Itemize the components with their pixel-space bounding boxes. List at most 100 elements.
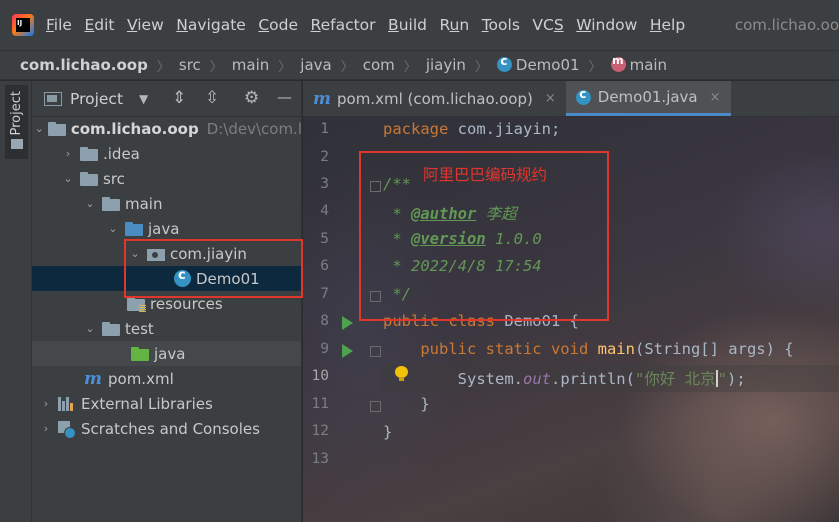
code-line-6: * 2022/4/8 17:54 bbox=[383, 257, 542, 275]
source-folder-icon bbox=[125, 221, 143, 236]
chevron-down-icon[interactable]: ⌄ bbox=[105, 222, 121, 235]
menu-window[interactable]: Window bbox=[576, 16, 637, 34]
gear-icon[interactable]: ⚙ bbox=[244, 88, 259, 108]
resources-folder-icon bbox=[127, 296, 146, 312]
chevron-right-icon[interactable]: › bbox=[38, 422, 54, 435]
menu-vcs[interactable]: VCS bbox=[532, 16, 563, 34]
chevron-down-icon[interactable]: ⌄ bbox=[127, 247, 143, 260]
code-line-9: public static void main(String[] args) { bbox=[383, 340, 794, 358]
menu-tools[interactable]: Tools bbox=[482, 16, 520, 34]
line-number: 5 bbox=[320, 231, 329, 247]
project-panel-title[interactable]: Project bbox=[70, 90, 123, 108]
collapse-all-icon[interactable]: ⇳ bbox=[205, 88, 219, 108]
folder-icon bbox=[102, 321, 120, 336]
tab-pom-xml[interactable]: m pom.xml (com.lichao.oop) × bbox=[303, 81, 566, 116]
breadcrumb-separator-icon: 〉 bbox=[474, 59, 488, 75]
lightbulb-icon[interactable] bbox=[395, 366, 408, 382]
breadcrumb-main[interactable]: main bbox=[232, 56, 269, 74]
folder-icon bbox=[10, 139, 23, 150]
breadcrumb-project[interactable]: com.lichao.oop bbox=[20, 56, 148, 74]
tree-item-test[interactable]: ⌄ test bbox=[32, 316, 301, 341]
intellij-logo-icon[interactable]: IJ bbox=[12, 14, 34, 36]
menu-build[interactable]: Build bbox=[388, 16, 427, 34]
chevron-down-icon[interactable]: ⌄ bbox=[82, 197, 98, 210]
breadcrumb-separator-icon: 〉 bbox=[156, 59, 170, 75]
line-number: 10 bbox=[311, 368, 329, 384]
window-title: com.lichao.oo bbox=[734, 16, 839, 34]
tree-item-src[interactable]: ⌄ src bbox=[32, 166, 301, 191]
menu-edit[interactable]: Edit bbox=[84, 16, 114, 34]
run-class-icon[interactable] bbox=[342, 316, 353, 330]
line-number: 2 bbox=[320, 149, 329, 165]
chevron-down-icon[interactable]: ⌄ bbox=[82, 322, 98, 335]
class-icon bbox=[174, 268, 191, 287]
line-number: 8 bbox=[320, 313, 329, 329]
breadcrumb-method-main[interactable]: main bbox=[610, 54, 667, 74]
breadcrumb-src[interactable]: src bbox=[179, 56, 201, 74]
breadcrumb-demo01[interactable]: Demo01 bbox=[496, 54, 580, 74]
menu-refactor[interactable]: Refactor bbox=[311, 16, 376, 34]
maven-icon: m bbox=[84, 368, 102, 389]
code-line-12: } bbox=[383, 423, 393, 441]
breadcrumb-separator-icon: 〉 bbox=[209, 59, 223, 75]
tree-item-scratches[interactable]: › Scratches and Consoles bbox=[32, 416, 301, 441]
tree-item-resources[interactable]: resources bbox=[32, 291, 301, 316]
method-icon bbox=[610, 54, 626, 72]
breadcrumb-separator-icon: 〉 bbox=[278, 59, 292, 75]
project-stripe-label: Project bbox=[9, 91, 24, 136]
close-icon[interactable]: × bbox=[710, 90, 721, 105]
tab-demo01-java[interactable]: Demo01.java × bbox=[565, 81, 731, 116]
tree-item-project-root[interactable]: ⌄ com.lichao.oop D:\dev\com.l bbox=[32, 116, 301, 141]
code-editor[interactable]: m pom.xml (com.lichao.oop) × Demo01.java… bbox=[303, 81, 839, 522]
folder-icon bbox=[80, 171, 98, 186]
editor-tab-bar: m pom.xml (com.lichao.oop) × Demo01.java… bbox=[303, 81, 839, 117]
tree-item-java-main[interactable]: ⌄ java bbox=[32, 216, 301, 241]
tree-item-pom[interactable]: m pom.xml bbox=[32, 366, 301, 391]
tree-item-main[interactable]: ⌄ main bbox=[32, 191, 301, 216]
breadcrumb-separator-icon: 〉 bbox=[403, 59, 417, 75]
fold-icon[interactable] bbox=[370, 401, 381, 412]
menu-run[interactable]: Run bbox=[439, 16, 469, 34]
code-line-5: * @version 1.0.0 bbox=[383, 230, 542, 248]
project-tool-window-button[interactable]: Project bbox=[5, 85, 28, 159]
close-icon[interactable]: × bbox=[545, 91, 556, 106]
breadcrumb-java[interactable]: java bbox=[300, 56, 331, 74]
tree-item-idea[interactable]: › .idea bbox=[32, 141, 301, 166]
menu-navigate[interactable]: Navigate bbox=[176, 16, 246, 34]
left-tool-stripe: Project bbox=[0, 81, 32, 522]
fold-icon[interactable] bbox=[370, 291, 381, 302]
code-line-1: package com.jiayin; bbox=[383, 120, 561, 138]
expand-all-icon[interactable]: ⇕ bbox=[172, 88, 186, 108]
code-line-8: public class Demo01 { bbox=[383, 312, 579, 330]
code-line-3: /** bbox=[383, 175, 411, 193]
menu-view[interactable]: View bbox=[127, 16, 164, 34]
chevron-right-icon[interactable]: › bbox=[60, 147, 76, 160]
menu-bar: IJ File Edit View Navigate Code Refactor… bbox=[0, 0, 839, 50]
editor-gutter[interactable]: 1 2 3 4 5 6 7 8 9 10 11 12 13 bbox=[303, 117, 381, 522]
chevron-right-icon[interactable]: › bbox=[38, 397, 54, 410]
tree-item-com-jiayin[interactable]: ⌄ com.jiayin bbox=[32, 241, 301, 266]
menu-file[interactable]: File bbox=[46, 16, 72, 34]
tree-item-external-libraries[interactable]: › External Libraries bbox=[32, 391, 301, 416]
hide-panel-icon[interactable]: — bbox=[277, 88, 292, 106]
breadcrumb-com[interactable]: com bbox=[363, 56, 395, 74]
chevron-down-icon[interactable]: ⌄ bbox=[60, 172, 76, 185]
line-number: 9 bbox=[320, 341, 329, 357]
folder-icon bbox=[102, 196, 120, 211]
line-number: 1 bbox=[320, 121, 329, 137]
line-number: 3 bbox=[320, 176, 329, 192]
chevron-down-icon[interactable]: ⌄ bbox=[35, 122, 44, 135]
fold-icon[interactable] bbox=[370, 346, 381, 357]
menu-code[interactable]: Code bbox=[258, 16, 298, 34]
tree-item-java-test[interactable]: java bbox=[32, 341, 301, 366]
fold-icon[interactable] bbox=[370, 181, 381, 192]
line-number: 4 bbox=[320, 203, 329, 219]
test-folder-icon bbox=[131, 346, 149, 361]
menu-help[interactable]: Help bbox=[650, 16, 685, 34]
run-method-icon[interactable] bbox=[342, 344, 353, 358]
breadcrumb-jiayin[interactable]: jiayin bbox=[426, 56, 466, 74]
project-view-dropdown-icon[interactable]: ▼ bbox=[139, 92, 148, 106]
tree-item-demo01[interactable]: Demo01 bbox=[32, 266, 301, 291]
breadcrumb: com.lichao.oop 〉 src 〉 main 〉 java 〉 com… bbox=[0, 50, 839, 80]
folder-icon bbox=[80, 146, 98, 161]
